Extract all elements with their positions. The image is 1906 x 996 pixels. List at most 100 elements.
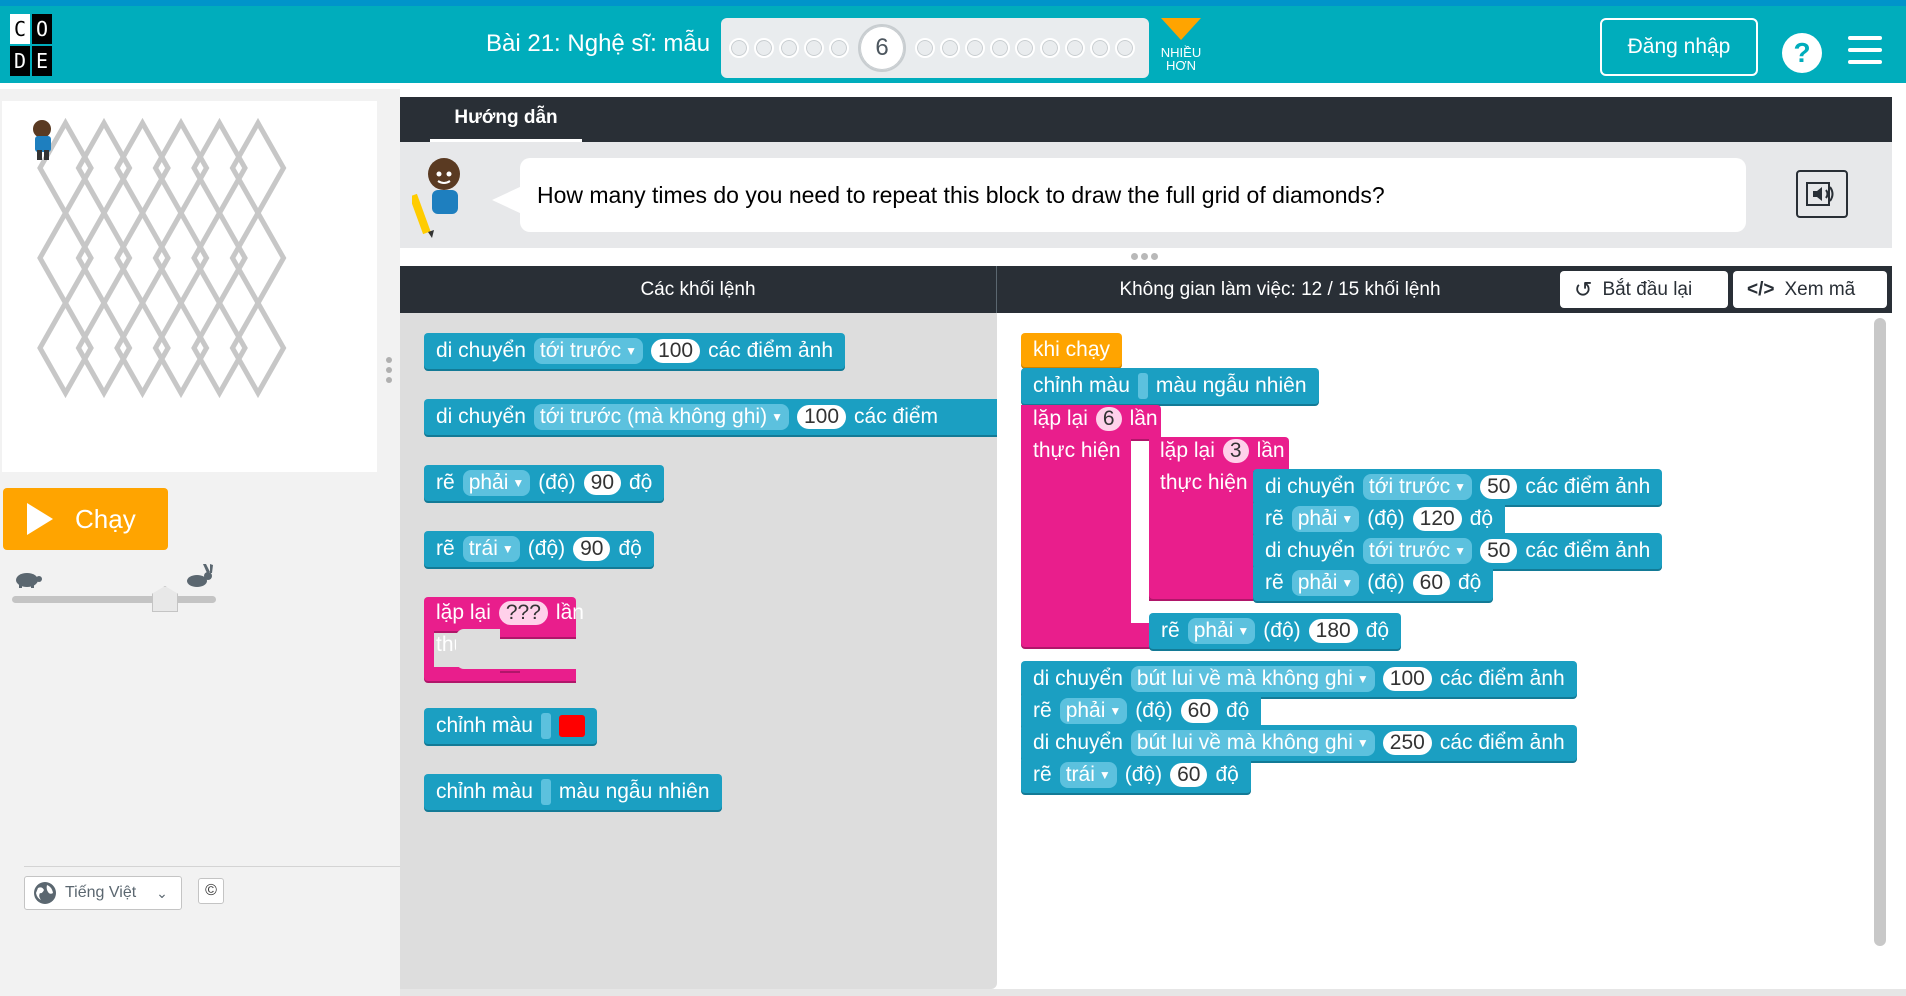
toolbox-set-color-block[interactable]: chỉnh màu xyxy=(424,708,597,744)
direction-dropdown[interactable]: tới trước ▼ xyxy=(1362,474,1473,500)
workspace-scrollbar[interactable] xyxy=(1874,318,1886,946)
block-unit: các điểm ảnh xyxy=(708,339,834,362)
language-select[interactable]: Tiếng Việt ⌄ xyxy=(24,876,182,910)
current-level-dot[interactable]: 6 xyxy=(858,24,906,72)
turn-right-block[interactable]: rẽ phải ▼ (độ) 60 độ xyxy=(1021,693,1262,729)
copyright-button[interactable]: © xyxy=(198,878,224,904)
slider-thumb[interactable] xyxy=(152,586,178,612)
level-dot[interactable] xyxy=(915,38,935,58)
level-dot[interactable] xyxy=(779,38,799,58)
logo-letter: E xyxy=(32,46,52,76)
level-dot[interactable] xyxy=(1040,38,1060,58)
lesson-title[interactable]: Bài 21: Nghệ sĩ: mẫu xyxy=(486,30,710,58)
level-dot[interactable] xyxy=(990,38,1010,58)
column-resize-handle[interactable] xyxy=(384,357,394,391)
move-forward-block[interactable]: di chuyển tới trước ▼ 50 các điểm ảnh xyxy=(1253,533,1663,569)
run-button[interactable]: Chạy xyxy=(3,488,168,550)
login-button[interactable]: Đăng nhập xyxy=(1600,18,1758,76)
loop-count-field[interactable]: 3 xyxy=(1222,439,1249,463)
diamond-shape xyxy=(229,297,287,399)
block-paren: (độ) xyxy=(1124,763,1163,786)
speed-slider[interactable] xyxy=(10,564,220,614)
workspace[interactable]: khi chạy chỉnh màu màu ngẫu nhiên lặp lạ… xyxy=(997,313,1892,989)
toolbox-turn-right-block[interactable]: rẽ phải ▼ (độ) 90 độ xyxy=(424,465,665,501)
loop-times-label: lần xyxy=(1129,407,1158,430)
diamond-shape xyxy=(37,207,94,309)
toolbox-move-forward-block[interactable]: di chuyển tới trước ▼ 100 các điểm ảnh xyxy=(424,333,846,369)
turn-right-block[interactable]: rẽ phải ▼ (độ) 180 độ xyxy=(1149,613,1402,649)
number-field[interactable]: 60 xyxy=(1180,699,1218,723)
tab-instructions[interactable]: Hướng dẫn xyxy=(430,97,582,142)
number-field[interactable]: 100 xyxy=(651,339,701,363)
panel-resize-handle[interactable] xyxy=(1131,253,1158,260)
number-field[interactable]: 90 xyxy=(573,537,611,561)
direction-dropdown[interactable]: trái ▼ xyxy=(462,536,520,562)
turn-right-block[interactable]: rẽ phải ▼ (độ) 60 độ xyxy=(1253,565,1494,601)
number-field[interactable]: 100 xyxy=(1382,667,1432,691)
block-verb: chỉnh màu xyxy=(436,780,533,803)
level-dot[interactable] xyxy=(754,38,774,58)
loop-count-field[interactable]: 6 xyxy=(1095,407,1122,431)
more-levels-button[interactable]: NHIỀU HƠN xyxy=(1158,18,1204,72)
number-field[interactable]: 250 xyxy=(1382,731,1432,755)
direction-dropdown[interactable]: phải ▼ xyxy=(1291,506,1360,532)
move-backward-nodraw-block[interactable]: di chuyển bút lui về mà không ghi ▼ 100 c… xyxy=(1021,661,1577,697)
direction-dropdown[interactable]: phải ▼ xyxy=(1187,618,1256,644)
level-dot[interactable] xyxy=(1065,38,1085,58)
level-dot[interactable] xyxy=(940,38,960,58)
direction-dropdown[interactable]: bút lui về mà không ghi ▼ xyxy=(1130,666,1375,692)
number-field[interactable]: 100 xyxy=(796,405,847,429)
direction-dropdown[interactable]: phải ▼ xyxy=(462,470,531,496)
color-swatch[interactable] xyxy=(558,715,585,737)
number-field[interactable]: 120 xyxy=(1412,507,1462,531)
inner-loop-do-label: thực hiện xyxy=(1160,471,1248,494)
toolbox-turn-left-block[interactable]: rẽ trái ▼ (độ) 90 độ xyxy=(424,531,654,567)
number-field[interactable]: 90 xyxy=(583,471,621,495)
start-over-button[interactable]: ↺ Bắt đầu lại xyxy=(1560,271,1728,308)
diamond-shape xyxy=(75,297,133,399)
direction-dropdown[interactable]: tới trước ▼ xyxy=(1362,538,1473,564)
turn-right-block[interactable]: rẽ phải ▼ (độ) 120 độ xyxy=(1253,501,1506,537)
direction-dropdown[interactable]: tới trước (mà không ghi) ▼ xyxy=(533,404,789,430)
number-field[interactable]: 50 xyxy=(1480,475,1518,499)
level-dot[interactable] xyxy=(729,38,749,58)
number-field[interactable]: 180 xyxy=(1308,619,1358,643)
text-to-speech-icon[interactable] xyxy=(1796,170,1848,218)
block-verb: chỉnh màu xyxy=(1033,374,1130,397)
direction-dropdown[interactable]: tới trước ▼ xyxy=(533,338,644,364)
slider-track[interactable] xyxy=(12,596,216,603)
toolbox-move-nodraw-block[interactable]: di chuyển tới trước (mà không ghi) ▼ 100 … xyxy=(424,399,997,435)
turn-left-block[interactable]: rẽ trái ▼ (độ) 60 độ xyxy=(1021,757,1251,793)
diamond-shape xyxy=(191,297,248,399)
block-verb: di chuyển xyxy=(436,405,526,428)
start-over-label: Bắt đầu lại xyxy=(1602,278,1693,300)
loop-repeat-label: lặp lại xyxy=(1033,407,1088,430)
instructions-tabbar: Hướng dẫn xyxy=(400,97,1892,142)
when-run-block[interactable]: khi chạy xyxy=(1021,333,1123,367)
set-color-block[interactable]: chỉnh màu màu ngẫu nhiên xyxy=(1021,368,1319,404)
move-forward-block[interactable]: di chuyển tới trước ▼ 50 các điểm ảnh xyxy=(1253,469,1663,505)
number-field[interactable]: 60 xyxy=(1412,571,1450,595)
toolbox-set-random-color-block[interactable]: chỉnh màu màu ngẫu nhiên xyxy=(424,774,722,810)
block-paren: (độ) xyxy=(527,537,566,560)
move-backward-nodraw-block[interactable]: di chuyển bút lui về mà không ghi ▼ 250 c… xyxy=(1021,725,1577,761)
turtle-icon xyxy=(16,573,42,588)
level-dot[interactable] xyxy=(1090,38,1110,58)
level-dot[interactable] xyxy=(1115,38,1135,58)
loop-count-field[interactable]: ??? xyxy=(498,601,548,625)
direction-dropdown[interactable]: bút lui về mà không ghi ▼ xyxy=(1130,730,1375,756)
direction-dropdown[interactable]: phải ▼ xyxy=(1059,698,1128,724)
help-icon[interactable]: ? xyxy=(1782,33,1822,73)
show-code-button[interactable]: </> Xem mã xyxy=(1733,271,1887,308)
level-dot[interactable] xyxy=(1015,38,1035,58)
dropdown-arrow-icon: ▼ xyxy=(1109,704,1122,718)
level-dot[interactable] xyxy=(804,38,824,58)
direction-dropdown[interactable]: trái ▼ xyxy=(1059,762,1117,788)
hamburger-menu-icon[interactable] xyxy=(1848,36,1882,66)
level-dot[interactable] xyxy=(965,38,985,58)
code-org-logo[interactable]: C O D E xyxy=(10,14,74,78)
direction-dropdown[interactable]: phải ▼ xyxy=(1291,570,1360,596)
number-field[interactable]: 60 xyxy=(1170,763,1208,787)
level-dot[interactable] xyxy=(829,38,849,58)
number-field[interactable]: 50 xyxy=(1480,539,1518,563)
